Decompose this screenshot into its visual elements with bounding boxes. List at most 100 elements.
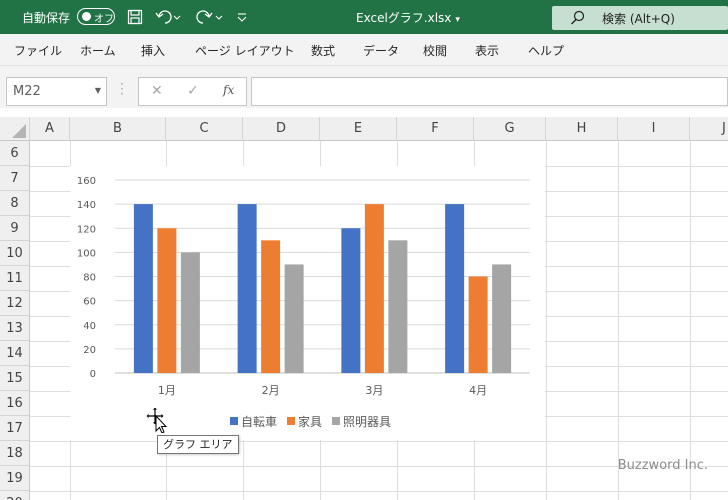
y-tick-label: 160 xyxy=(77,176,96,187)
column-header-b[interactable]: B xyxy=(70,117,166,141)
row-header-13[interactable]: 13 xyxy=(0,316,30,341)
bar-chart[interactable]: 0 20 40 60 80 100 120 140 160 1月 2月 3月 4月 xyxy=(70,166,545,440)
column-header-g[interactable]: G xyxy=(474,117,546,141)
move-cursor-icon xyxy=(145,406,170,437)
legend-item-furniture[interactable]: 家具 xyxy=(287,413,322,429)
legend-label-furniture: 家具 xyxy=(298,414,323,429)
column-header-j[interactable]: J xyxy=(690,117,728,141)
chart-bar[interactable] xyxy=(364,204,384,373)
watermark: Buzzword Inc. xyxy=(617,458,708,473)
chevron-down-icon: ▾ xyxy=(455,15,460,25)
gridline xyxy=(618,141,619,500)
chart-bar[interactable] xyxy=(492,264,512,373)
chart-area-tooltip: グラフ エリア xyxy=(157,435,239,454)
chart-area[interactable]: 0 20 40 60 80 100 120 140 160 1月 2月 3月 4月 自転車 家具 照明器… xyxy=(70,166,545,440)
gridline xyxy=(30,441,728,442)
select-all-button[interactable] xyxy=(0,117,30,141)
legend-label-bicycle: 自転車 xyxy=(241,414,278,429)
column-header-c[interactable]: C xyxy=(166,117,243,141)
chart-bar[interactable] xyxy=(341,228,361,373)
ribbon-spacer xyxy=(0,66,728,76)
document-title-text: Excelグラフ.xlsx xyxy=(356,11,452,25)
cancel-icon[interactable]: ✕ xyxy=(151,83,163,99)
chevron-down-icon[interactable]: ▼ xyxy=(95,86,101,95)
column-headers: A B C D E F G H I J xyxy=(0,117,728,141)
row-header-19[interactable]: 19 xyxy=(0,466,30,491)
tab-review[interactable]: 校閲 xyxy=(423,42,447,59)
row-header-17[interactable]: 17 xyxy=(0,416,30,441)
y-tick-label: 120 xyxy=(77,224,96,235)
toggle-knob xyxy=(82,12,91,21)
row-header-6[interactable]: 6 xyxy=(0,141,30,166)
search-icon xyxy=(570,10,586,30)
column-header-d[interactable]: D xyxy=(243,117,320,141)
row-header-9[interactable]: 9 xyxy=(0,216,30,241)
column-header-f[interactable]: F xyxy=(397,117,474,141)
gridline xyxy=(30,491,728,492)
more-options-icon[interactable]: · · · xyxy=(120,78,124,100)
chart-legend[interactable]: 自転車 家具 照明器具 xyxy=(230,413,391,429)
search-box[interactable]: 検索 (Alt+Q) xyxy=(552,6,728,30)
chart-bar[interactable] xyxy=(261,240,281,373)
y-tick-label: 60 xyxy=(83,297,96,308)
insert-function-icon[interactable]: fx xyxy=(223,83,234,97)
y-tick-label: 20 xyxy=(83,345,96,356)
row-header-7[interactable]: 7 xyxy=(0,166,30,191)
chart-bar[interactable] xyxy=(388,240,408,373)
row-header-15[interactable]: 15 xyxy=(0,366,30,391)
redo-icon[interactable] xyxy=(195,7,225,27)
save-icon[interactable] xyxy=(127,7,143,27)
gridline xyxy=(690,141,691,500)
ribbon-tabs: ファイル ホーム 挿入 ページ レイアウト 数式 データ 校閲 表示 ヘルプ xyxy=(0,34,728,66)
y-tick-label: 100 xyxy=(77,248,96,259)
name-box[interactable]: M22 ▼ xyxy=(6,77,107,106)
legend-item-bicycle[interactable]: 自転車 xyxy=(230,413,277,429)
formula-bar: M22 ▼ · · · ✕ ✓ fx xyxy=(0,76,728,108)
chart-bar[interactable] xyxy=(180,252,200,373)
tab-home[interactable]: ホーム xyxy=(80,42,116,59)
tab-insert[interactable]: 挿入 xyxy=(141,42,165,59)
tab-help[interactable]: ヘルプ xyxy=(528,42,564,59)
chart-bar[interactable] xyxy=(284,264,304,373)
column-header-h[interactable]: H xyxy=(546,117,618,141)
row-header-10[interactable]: 10 xyxy=(0,241,30,266)
legend-swatch-bicycle xyxy=(230,417,238,425)
row-header-8[interactable]: 8 xyxy=(0,191,30,216)
autosave-label: 自動保存 xyxy=(22,11,71,25)
document-title[interactable]: Excelグラフ.xlsx ▾ xyxy=(356,9,460,26)
name-box-value: M22 xyxy=(13,84,41,99)
chart-bar[interactable] xyxy=(133,204,153,373)
tab-formulas[interactable]: 数式 xyxy=(311,42,335,59)
y-tick-label: 40 xyxy=(83,321,96,332)
chart-bar[interactable] xyxy=(468,276,488,374)
column-header-i[interactable]: I xyxy=(618,117,690,141)
tab-page-layout[interactable]: ページ レイアウト xyxy=(195,42,295,59)
chart-bar[interactable] xyxy=(237,204,257,373)
chart-bar[interactable] xyxy=(157,228,177,373)
legend-swatch-lighting xyxy=(332,417,341,425)
select-all-icon xyxy=(12,124,26,138)
tab-file[interactable]: ファイル xyxy=(14,42,62,59)
autosave-state: オフ xyxy=(94,14,114,25)
row-header-11[interactable]: 11 xyxy=(0,266,30,291)
column-header-e[interactable]: E xyxy=(320,117,397,141)
enter-icon[interactable]: ✓ xyxy=(187,83,199,99)
row-header-18[interactable]: 18 xyxy=(0,441,30,466)
row-header-12[interactable]: 12 xyxy=(0,291,30,316)
row-header-14[interactable]: 14 xyxy=(0,341,30,366)
tab-view[interactable]: 表示 xyxy=(475,42,499,59)
undo-icon[interactable] xyxy=(155,7,181,27)
row-header-20[interactable]: 20 xyxy=(0,491,30,500)
column-header-a[interactable]: A xyxy=(30,117,70,141)
autosave-toggle[interactable]: オフ xyxy=(77,8,115,25)
tab-data[interactable]: データ xyxy=(363,42,399,59)
legend-swatch-furniture xyxy=(287,417,296,425)
search-label: 検索 (Alt+Q) xyxy=(602,12,675,26)
row-header-16[interactable]: 16 xyxy=(0,391,30,416)
chart-bar[interactable] xyxy=(445,204,465,373)
legend-item-lighting[interactable]: 照明器具 xyxy=(332,413,391,429)
formula-input[interactable] xyxy=(251,77,728,106)
customize-toolbar-icon[interactable] xyxy=(236,7,248,27)
x-tick-label: 4月 xyxy=(469,384,487,397)
y-tick-label: 0 xyxy=(90,369,96,380)
